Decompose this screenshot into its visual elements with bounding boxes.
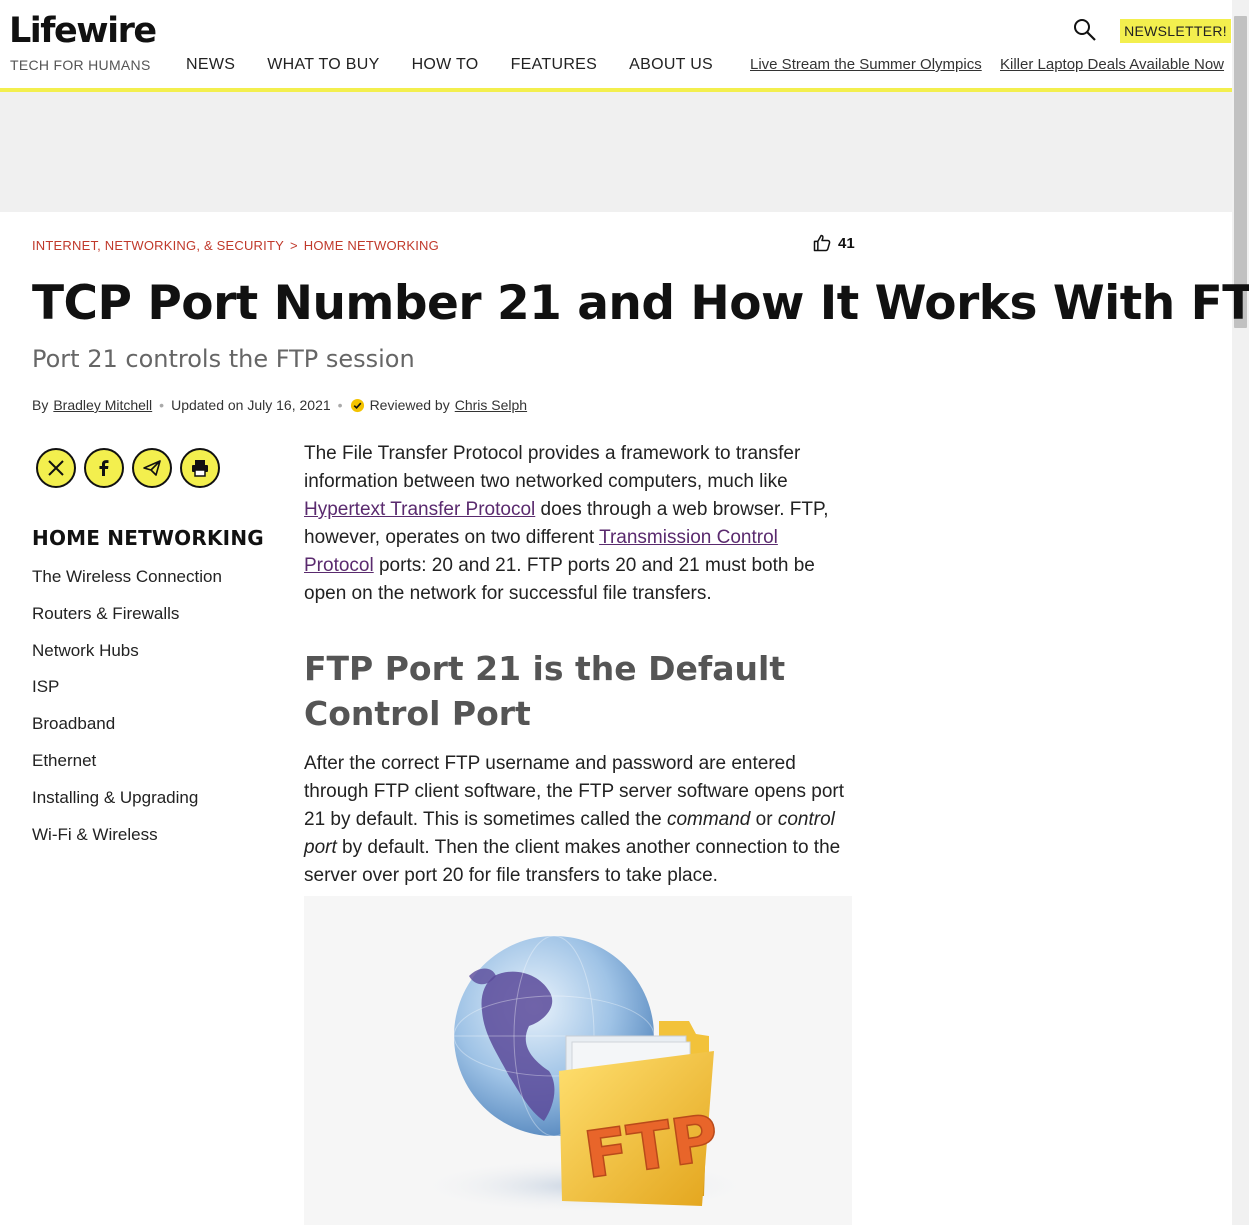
nav-news[interactable]: NEWS (186, 56, 235, 74)
sidebar-item-broadband[interactable]: Broadband (32, 713, 222, 750)
breadcrumb: INTERNET, NETWORKING, & SECURITY > HOME … (32, 238, 439, 253)
newsletter-button[interactable]: NEWSLETTER! (1120, 19, 1231, 43)
byline-dot: • (159, 397, 165, 413)
x-icon (48, 460, 64, 476)
site-logo[interactable]: Lifewire (9, 14, 157, 49)
sidebar-title: HOME NETWORKING (32, 526, 264, 550)
byline-by: By (32, 397, 49, 413)
section-heading: FTP Port 21 is the Default Control Port (304, 649, 786, 733)
verified-check-icon (350, 398, 364, 412)
paragraph-text: The File Transfer Protocol provides a fr… (304, 443, 801, 492)
byline-dot: • (337, 397, 343, 413)
share-telegram-button[interactable] (132, 448, 172, 488)
nav-about-us[interactable]: ABOUT US (629, 56, 713, 74)
sidebar-item-wireless-connection[interactable]: The Wireless Connection (32, 566, 222, 603)
site-tagline: TECH FOR HUMANS (10, 57, 151, 73)
ad-banner (0, 92, 1232, 212)
share-buttons (36, 448, 220, 488)
nav-features[interactable]: FEATURES (511, 56, 598, 74)
sidebar-item-ethernet[interactable]: Ethernet (32, 750, 222, 787)
sidebar-list: The Wireless Connection Routers & Firewa… (32, 566, 222, 860)
paragraph-text: ports: 20 and 21. FTP ports 20 and 21 mu… (304, 555, 815, 604)
facebook-icon (99, 460, 109, 476)
search-icon[interactable] (1073, 18, 1097, 42)
article-body: The File Transfer Protocol provides a fr… (304, 440, 852, 890)
thumbs-up-icon (813, 234, 831, 252)
sidebar-item-wifi-wireless[interactable]: Wi-Fi & Wireless (32, 824, 222, 861)
article-title: TCP Port Number 21 and How It Works With… (32, 276, 1249, 331)
scrollbar[interactable] (1232, 0, 1249, 1225)
byline: By Bradley Mitchell • Updated on July 16… (32, 397, 527, 413)
share-print-button[interactable] (180, 448, 220, 488)
promo-link-olympics[interactable]: Live Stream the Summer Olympics (750, 56, 982, 73)
like-button[interactable]: 41 (812, 233, 855, 253)
author-link[interactable]: Bradley Mitchell (53, 397, 152, 413)
paragraph-text: by default. Then the client makes anothe… (304, 837, 841, 886)
like-count: 41 (838, 234, 855, 252)
article-subtitle: Port 21 controls the FTP session (32, 345, 415, 373)
promo-link-laptop-deals[interactable]: Killer Laptop Deals Available Now (1000, 56, 1224, 73)
print-icon (192, 460, 208, 477)
sidebar-item-routers-firewalls[interactable]: Routers & Firewalls (32, 603, 222, 640)
updated-date: Updated on July 16, 2021 (171, 397, 331, 413)
sidebar-item-network-hubs[interactable]: Network Hubs (32, 640, 222, 677)
sidebar-item-isp[interactable]: ISP (32, 676, 222, 713)
article-paragraph: The File Transfer Protocol provides a fr… (304, 440, 852, 608)
site-header: Lifewire TECH FOR HUMANS NEWS WHAT TO BU… (0, 0, 1232, 92)
emphasis-text: command (666, 809, 751, 830)
article-image: FTP (304, 896, 852, 1225)
nav-what-to-buy[interactable]: WHAT TO BUY (267, 56, 379, 74)
breadcrumb-internet-networking[interactable]: INTERNET, NETWORKING, & SECURITY (32, 238, 284, 253)
reviewer-link[interactable]: Chris Selph (455, 397, 527, 413)
share-facebook-button[interactable] (84, 448, 124, 488)
breadcrumb-separator: > (289, 238, 298, 253)
telegram-icon (143, 460, 161, 476)
article-paragraph: After the correct FTP username and passw… (304, 750, 852, 890)
link-http[interactable]: Hypertext Transfer Protocol (304, 499, 535, 520)
sidebar-item-installing-upgrading[interactable]: Installing & Upgrading (32, 787, 222, 824)
paragraph-text: or (750, 809, 778, 830)
share-x-button[interactable] (36, 448, 76, 488)
main-nav: NEWS WHAT TO BUY HOW TO FEATURES ABOUT U… (186, 56, 745, 74)
nav-how-to[interactable]: HOW TO (412, 56, 479, 74)
reviewed-by-label: Reviewed by (369, 397, 450, 413)
breadcrumb-home-networking[interactable]: HOME NETWORKING (304, 238, 439, 253)
globe-ftp-folder-illustration: FTP (414, 935, 754, 1214)
